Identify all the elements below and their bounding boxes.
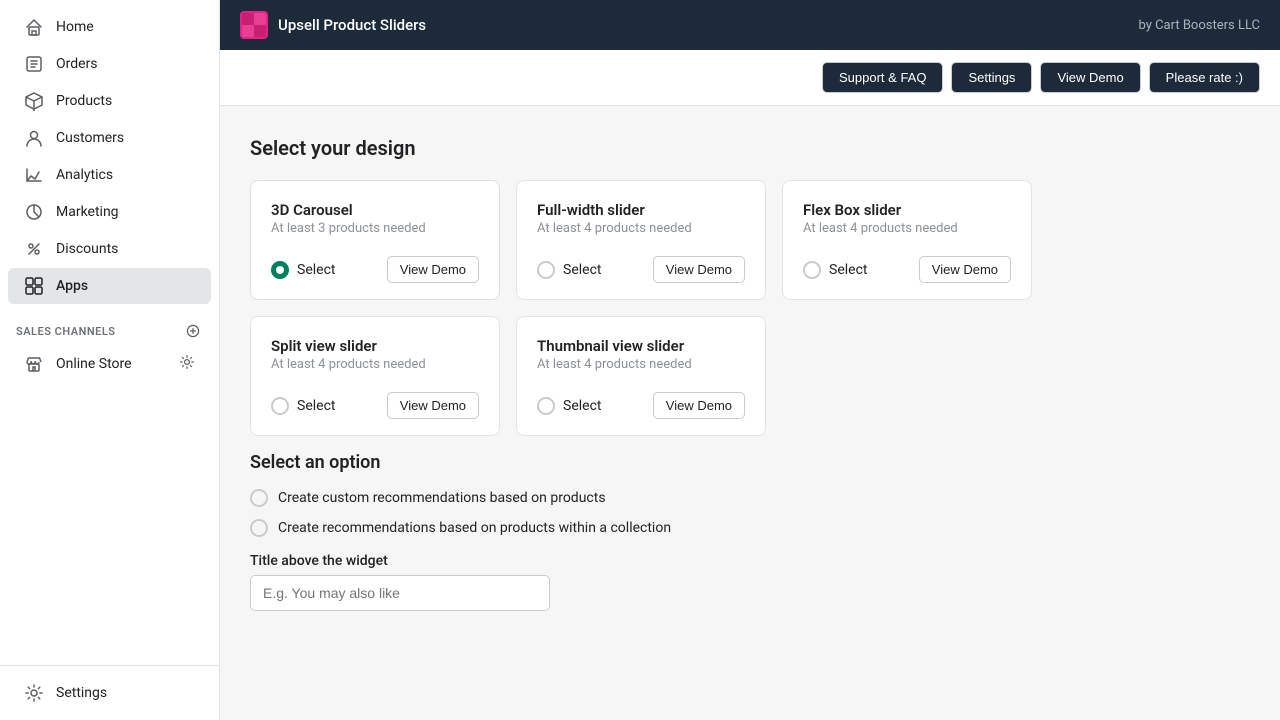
- view-demo-thumbnail-view[interactable]: View Demo: [653, 392, 745, 419]
- card-full-width-select[interactable]: Select: [537, 261, 601, 279]
- sidebar-item-online-store[interactable]: Online Store: [8, 346, 211, 382]
- sidebar-item-home-label: Home: [56, 19, 94, 35]
- card-thumbnail-view-select[interactable]: Select: [537, 397, 601, 415]
- sidebar-item-marketing-label: Marketing: [56, 204, 119, 220]
- design-cards-row2: Split view slider At least 4 products ne…: [250, 316, 1250, 436]
- action-bar: Support & FAQ Settings View Demo Please …: [220, 50, 1280, 106]
- sidebar-item-products-label: Products: [56, 93, 112, 109]
- option-radio-custom[interactable]: [250, 489, 268, 507]
- sidebar-item-discounts-label: Discounts: [56, 241, 118, 257]
- sidebar: Home Orders Products: [0, 0, 220, 720]
- store-icon: [24, 354, 44, 374]
- orders-icon: [24, 54, 44, 74]
- title-input-section: Title above the widget: [250, 553, 1250, 611]
- main-area: Upsell Product Sliders by Cart Boosters …: [220, 0, 1280, 720]
- title-input[interactable]: [250, 575, 550, 611]
- card-flex-box-select[interactable]: Select: [803, 261, 867, 279]
- rate-button[interactable]: Please rate :): [1149, 62, 1260, 93]
- sidebar-item-products[interactable]: Products: [8, 83, 211, 119]
- card-split-view-title: Split view slider: [271, 337, 479, 355]
- sidebar-nav: Home Orders Products: [0, 0, 219, 665]
- card-split-view-subtitle: At least 4 products needed: [271, 357, 479, 372]
- sidebar-item-customers-label: Customers: [56, 130, 124, 146]
- card-flex-box-slider: Flex Box slider At least 4 products need…: [782, 180, 1032, 300]
- topbar-left: Upsell Product Sliders: [240, 11, 426, 39]
- topbar-credit: by Cart Boosters LLC: [1138, 18, 1260, 33]
- card-3d-carousel-select-label: Select: [297, 262, 335, 278]
- option-custom-label: Create custom recommendations based on p…: [278, 490, 606, 506]
- sidebar-item-analytics-label: Analytics: [56, 167, 113, 183]
- card-3d-carousel-subtitle: At least 3 products needed: [271, 221, 479, 236]
- support-faq-button[interactable]: Support & FAQ: [822, 62, 943, 93]
- home-icon: [24, 17, 44, 37]
- option-radio-collection[interactable]: [250, 519, 268, 537]
- card-3d-carousel-title: 3D Carousel: [271, 201, 479, 219]
- option-collection-label: Create recommendations based on products…: [278, 520, 671, 536]
- view-demo-3d-carousel[interactable]: View Demo: [387, 256, 479, 283]
- sidebar-item-online-store-label: Online Store: [56, 356, 132, 372]
- radio-thumbnail-view[interactable]: [537, 397, 555, 415]
- sidebar-item-marketing[interactable]: Marketing: [8, 194, 211, 230]
- card-3d-carousel-select[interactable]: Select: [271, 261, 335, 279]
- sales-channels-header: SALES CHANNELS: [0, 305, 219, 345]
- products-icon: [24, 91, 44, 111]
- radio-full-width[interactable]: [537, 261, 555, 279]
- sidebar-bottom: Settings: [0, 665, 219, 720]
- card-thumbnail-view-subtitle: At least 4 products needed: [537, 357, 745, 372]
- option-section: Select an option Create custom recommend…: [250, 452, 1250, 537]
- card-full-width-slider: Full-width slider At least 4 products ne…: [516, 180, 766, 300]
- app-logo: [240, 11, 268, 39]
- option-custom-recommendations[interactable]: Create custom recommendations based on p…: [250, 489, 1250, 507]
- view-demo-split-view[interactable]: View Demo: [387, 392, 479, 419]
- card-full-width-subtitle: At least 4 products needed: [537, 221, 745, 236]
- card-split-view-select[interactable]: Select: [271, 397, 335, 415]
- design-cards-row1: 3D Carousel At least 3 products needed S…: [250, 180, 1250, 300]
- content-area: Select your design 3D Carousel At least …: [220, 106, 1280, 720]
- card-full-width-select-label: Select: [563, 262, 601, 278]
- sidebar-item-apps[interactable]: Apps: [8, 268, 211, 304]
- settings-button[interactable]: Settings: [951, 62, 1032, 93]
- card-flex-box-title: Flex Box slider: [803, 201, 1011, 219]
- sidebar-item-settings-label: Settings: [56, 685, 107, 701]
- topbar: Upsell Product Sliders by Cart Boosters …: [220, 0, 1280, 50]
- card-flex-box-select-label: Select: [829, 262, 867, 278]
- analytics-icon: [24, 165, 44, 185]
- card-thumbnail-view-title: Thumbnail view slider: [537, 337, 745, 355]
- sidebar-item-settings[interactable]: Settings: [8, 675, 211, 711]
- sidebar-item-discounts[interactable]: Discounts: [8, 231, 211, 267]
- radio-3d-carousel[interactable]: [271, 261, 289, 279]
- view-demo-button[interactable]: View Demo: [1040, 62, 1140, 93]
- customers-icon: [24, 128, 44, 148]
- card-thumbnail-view-slider: Thumbnail view slider At least 4 product…: [516, 316, 766, 436]
- radio-split-view[interactable]: [271, 397, 289, 415]
- sidebar-item-orders-label: Orders: [56, 56, 98, 72]
- card-flex-box-subtitle: At least 4 products needed: [803, 221, 1011, 236]
- card-thumbnail-view-select-label: Select: [563, 398, 601, 414]
- add-sales-channel-icon[interactable]: [183, 321, 203, 341]
- sidebar-item-home[interactable]: Home: [8, 9, 211, 45]
- sales-channels-label: SALES CHANNELS: [16, 325, 116, 338]
- section-title: Select your design: [250, 136, 1250, 160]
- card-split-view-select-label: Select: [297, 398, 335, 414]
- settings-icon: [24, 683, 44, 703]
- sidebar-item-analytics[interactable]: Analytics: [8, 157, 211, 193]
- card-full-width-title: Full-width slider: [537, 201, 745, 219]
- discounts-icon: [24, 239, 44, 259]
- radio-flex-box[interactable]: [803, 261, 821, 279]
- apps-icon: [24, 276, 44, 296]
- view-demo-flex-box[interactable]: View Demo: [919, 256, 1011, 283]
- title-input-label: Title above the widget: [250, 553, 1250, 569]
- sidebar-item-orders[interactable]: Orders: [8, 46, 211, 82]
- app-title: Upsell Product Sliders: [278, 16, 426, 34]
- sidebar-item-apps-label: Apps: [56, 278, 88, 294]
- view-demo-full-width[interactable]: View Demo: [653, 256, 745, 283]
- sidebar-item-customers[interactable]: Customers: [8, 120, 211, 156]
- store-settings-icon[interactable]: [179, 354, 195, 374]
- option-collection-recommendations[interactable]: Create recommendations based on products…: [250, 519, 1250, 537]
- card-3d-carousel: 3D Carousel At least 3 products needed S…: [250, 180, 500, 300]
- marketing-icon: [24, 202, 44, 222]
- card-split-view-slider: Split view slider At least 4 products ne…: [250, 316, 500, 436]
- option-section-title: Select an option: [250, 452, 1250, 473]
